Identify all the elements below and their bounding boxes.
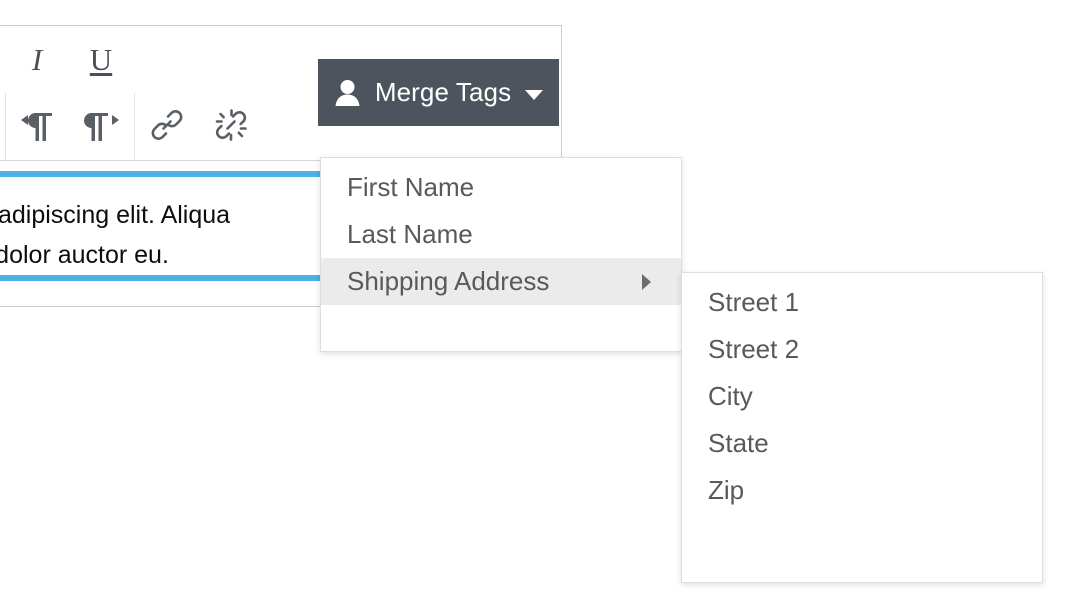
editor-toolbar: B I U	[0, 26, 561, 161]
remove-link-button[interactable]	[199, 93, 263, 160]
caret-down-icon	[525, 89, 544, 100]
merge-tags-label: Merge Tags	[374, 77, 512, 107]
menu-item-last-name[interactable]: Last Name	[321, 211, 681, 258]
menu-item-label: City	[708, 381, 753, 411]
ltr-paragraph-button[interactable]	[6, 93, 70, 160]
menu-item-state[interactable]: State	[682, 420, 1042, 467]
toolbar-group-link	[134, 93, 263, 160]
merge-tags-button[interactable]: Merge Tags	[318, 59, 559, 126]
menu-item-label: Zip	[708, 475, 745, 505]
menu-item-shipping-address[interactable]: Shipping Address	[321, 258, 681, 305]
italic-button[interactable]: I	[5, 26, 69, 93]
paragraph-ltr-icon	[19, 110, 57, 144]
menu-item-label: State	[708, 428, 769, 458]
underline-button[interactable]: U	[69, 26, 133, 93]
link-icon	[149, 107, 185, 147]
menu-item-label: Shipping Address	[347, 266, 550, 296]
insert-link-button[interactable]	[135, 93, 199, 160]
paragraph-rtl-icon	[83, 110, 121, 144]
menu-item-first-name[interactable]: First Name	[321, 164, 681, 211]
chevron-right-icon	[642, 273, 651, 290]
menu-item-label: Street 2	[708, 334, 800, 364]
rtl-paragraph-button[interactable]	[70, 93, 134, 160]
screen-root: B I U	[0, 0, 1070, 610]
menu-item-label: First Name	[347, 172, 475, 202]
menu-item-street-1[interactable]: Street 1	[682, 279, 1042, 326]
menu-item-city[interactable]: City	[682, 373, 1042, 420]
merge-tags-dropdown: First Name Last Name Shipping Address	[320, 157, 682, 352]
underline-icon: U	[89, 42, 113, 77]
toolbar-group-direction	[5, 93, 134, 160]
toolbar-group-text-style: B I U	[0, 26, 133, 93]
menu-item-street-2[interactable]: Street 2	[682, 326, 1042, 373]
menu-item-label: Street 1	[708, 287, 800, 317]
person-icon	[334, 79, 361, 107]
menu-item-zip[interactable]: Zip	[682, 467, 1042, 514]
unlink-icon	[213, 107, 249, 147]
menu-item-label: Last Name	[347, 219, 473, 249]
italic-icon: I	[31, 42, 43, 77]
shipping-address-submenu: Street 1 Street 2 City State Zip	[681, 272, 1043, 583]
